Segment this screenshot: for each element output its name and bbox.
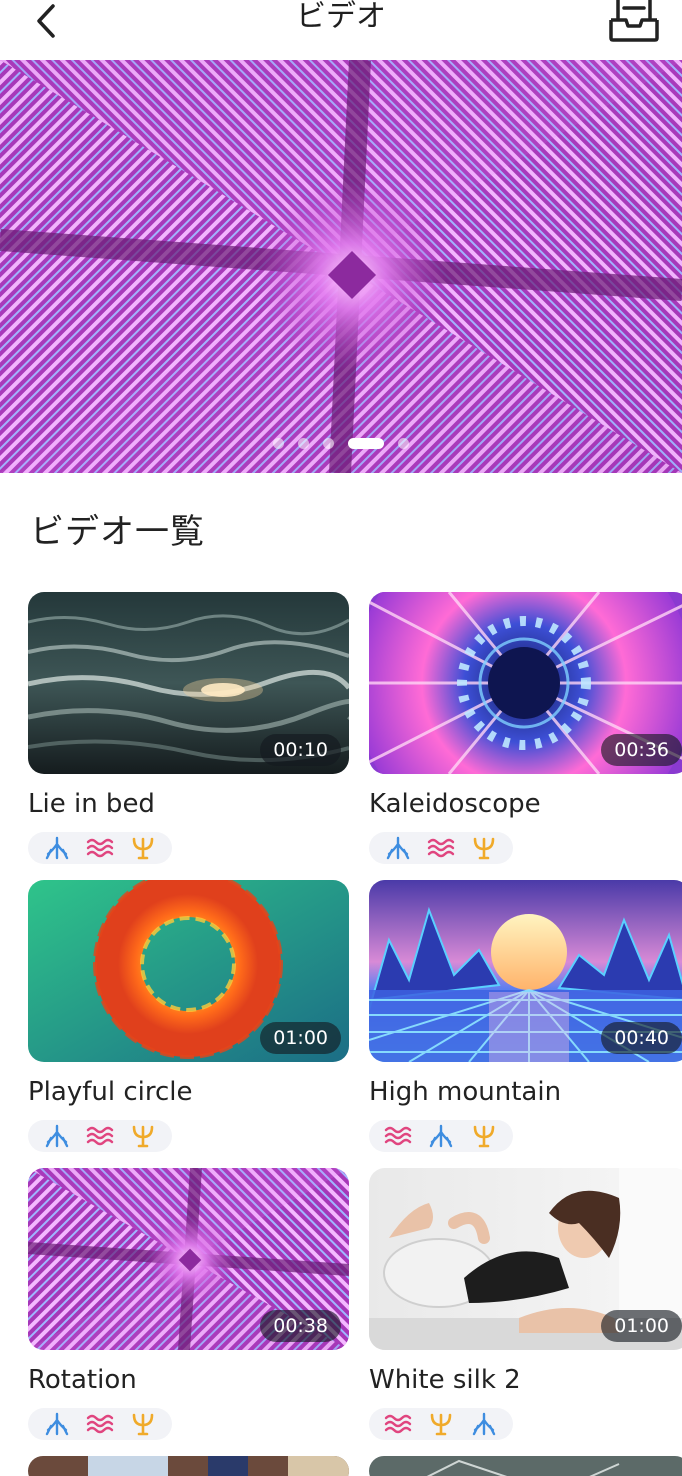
flow-icon xyxy=(42,835,72,861)
inbox-icon xyxy=(609,0,659,42)
video-thumbnail[interactable]: 00:38 xyxy=(28,1168,349,1350)
video-card[interactable] xyxy=(28,1456,349,1476)
flow-icon xyxy=(426,1123,456,1149)
tag-group xyxy=(369,1120,513,1152)
video-card[interactable] xyxy=(369,1456,682,1476)
tag-group xyxy=(28,1408,172,1440)
video-card[interactable]: 00:36 Kaleidoscope xyxy=(369,592,682,864)
video-card[interactable]: 01:00 Playful circle xyxy=(28,880,349,1152)
flow-icon xyxy=(42,1123,72,1149)
duration-badge: 00:40 xyxy=(601,1022,682,1054)
video-thumbnail[interactable] xyxy=(28,1456,349,1476)
carousel-dot[interactable] xyxy=(298,438,309,449)
video-card[interactable]: 00:38 Rotation xyxy=(28,1168,349,1440)
wave-icon xyxy=(85,1123,115,1149)
wave-icon xyxy=(383,1123,413,1149)
next-video-image xyxy=(28,1456,349,1476)
video-title[interactable]: High mountain xyxy=(369,1076,682,1108)
video-thumbnail[interactable] xyxy=(369,1456,682,1476)
inbox-button[interactable] xyxy=(608,0,660,42)
next-video-image xyxy=(369,1456,682,1476)
hero-banner[interactable] xyxy=(0,60,682,473)
wave-icon xyxy=(426,835,456,861)
video-card[interactable]: 00:40 High mountain xyxy=(369,880,682,1152)
duration-badge: 01:00 xyxy=(260,1022,341,1054)
trident-icon xyxy=(128,835,158,861)
section-title: ビデオ一覧 xyxy=(30,512,205,552)
page-title: ビデオ xyxy=(296,0,386,34)
hero-image xyxy=(0,60,682,473)
video-card[interactable]: 01:00 White silk 2 xyxy=(369,1168,682,1440)
trident-icon xyxy=(469,835,499,861)
tag-group xyxy=(369,832,513,864)
flow-icon xyxy=(42,1411,72,1437)
video-title[interactable]: White silk 2 xyxy=(369,1364,682,1396)
video-title[interactable]: Rotation xyxy=(28,1364,349,1396)
carousel-dot[interactable] xyxy=(323,438,334,449)
tag-group xyxy=(28,1120,172,1152)
wave-icon xyxy=(85,835,115,861)
carousel-indicator xyxy=(0,438,682,449)
carousel-dot[interactable] xyxy=(398,438,409,449)
video-thumbnail[interactable]: 00:10 xyxy=(28,592,349,774)
video-thumbnail[interactable]: 00:36 xyxy=(369,592,682,774)
video-card[interactable]: 00:10 Lie in bed xyxy=(28,592,349,864)
video-title[interactable]: Kaleidoscope xyxy=(369,788,682,820)
video-title[interactable]: Playful circle xyxy=(28,1076,349,1108)
duration-badge: 00:10 xyxy=(260,734,341,766)
video-thumbnail[interactable]: 01:00 xyxy=(369,1168,682,1350)
trident-icon xyxy=(426,1411,456,1437)
wave-icon xyxy=(85,1411,115,1437)
wave-icon xyxy=(383,1411,413,1437)
trident-icon xyxy=(128,1123,158,1149)
flow-icon xyxy=(469,1411,499,1437)
trident-icon xyxy=(469,1123,499,1149)
flow-icon xyxy=(383,835,413,861)
tag-group xyxy=(28,832,172,864)
video-thumbnail[interactable]: 00:40 xyxy=(369,880,682,1062)
duration-badge: 00:36 xyxy=(601,734,682,766)
app-header: ビデオ xyxy=(0,0,682,60)
video-title[interactable]: Lie in bed xyxy=(28,788,349,820)
video-thumbnail[interactable]: 01:00 xyxy=(28,880,349,1062)
carousel-dot-active[interactable] xyxy=(348,438,384,449)
carousel-dot[interactable] xyxy=(273,438,284,449)
duration-badge: 01:00 xyxy=(601,1310,682,1342)
duration-badge: 00:38 xyxy=(260,1310,341,1342)
trident-icon xyxy=(128,1411,158,1437)
tag-group xyxy=(369,1408,513,1440)
